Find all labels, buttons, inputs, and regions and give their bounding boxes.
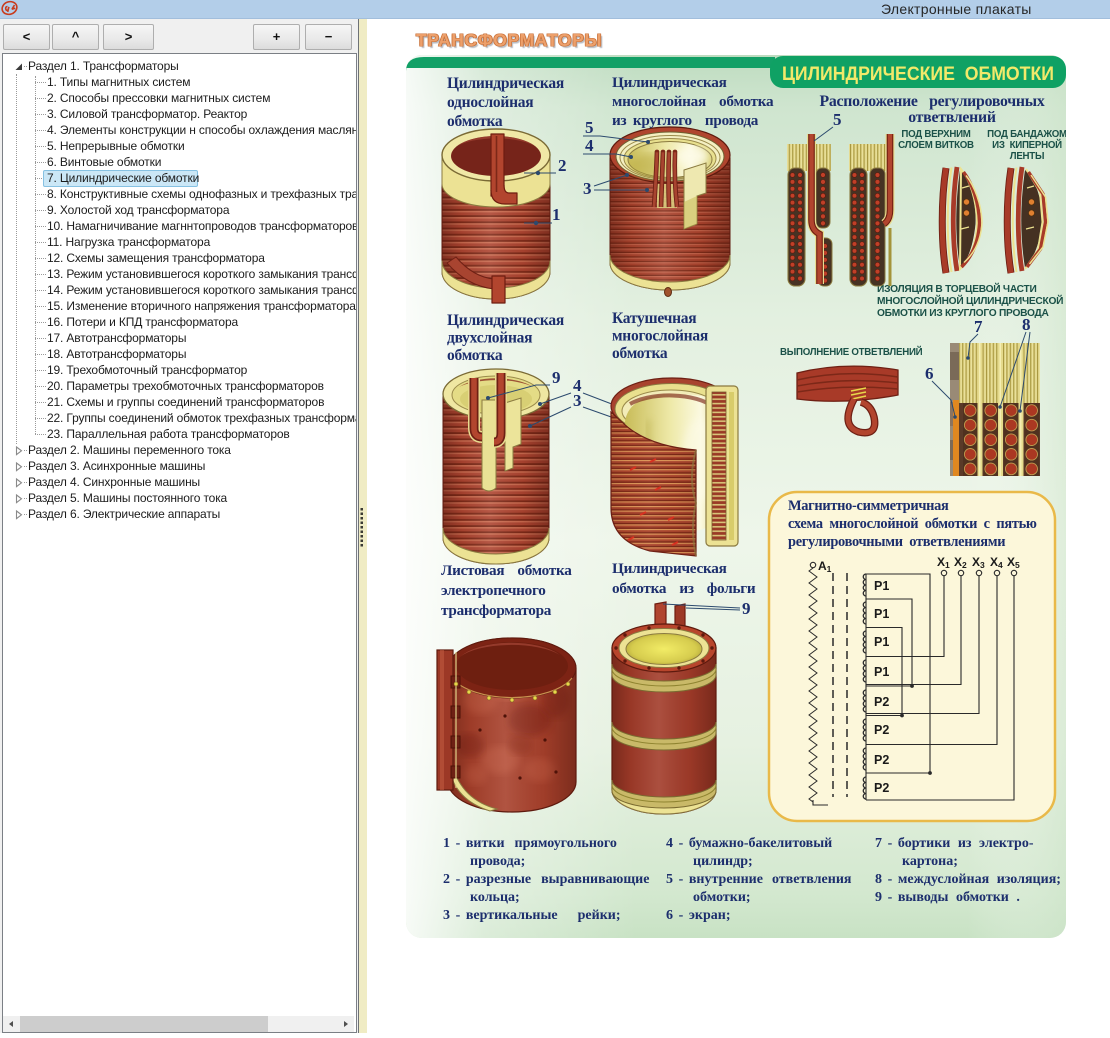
svg-text:ПОД БАНДАЖОМ: ПОД БАНДАЖОМ xyxy=(987,129,1066,140)
svg-text:8 - междуслойная изоляция;: 8 - междуслойная изоляция; xyxy=(875,872,1061,887)
svg-text:Магнитно-симметричная: Магнитно-симметричная xyxy=(788,498,949,514)
svg-text:1 - витки прямоугольного: 1 - витки прямоугольного xyxy=(443,836,617,851)
svg-text:регулировочными ответвлениями: регулировочными ответвлениями xyxy=(788,534,1005,550)
svg-text:9: 9 xyxy=(742,599,751,618)
svg-text:9 - выводы обмотки .: 9 - выводы обмотки . xyxy=(875,890,1020,905)
svg-text:6 - экран;: 6 - экран; xyxy=(666,908,731,923)
svg-text:СЛОЕМ ВИТКОВ: СЛОЕМ ВИТКОВ xyxy=(898,140,974,151)
svg-text:P2: P2 xyxy=(874,781,889,795)
svg-text:P1: P1 xyxy=(874,579,889,593)
svg-text:ПОД ВЕРХНИМ: ПОД ВЕРХНИМ xyxy=(901,129,970,140)
svg-text:схема многослойной обмотки: схема многослойной обмотки с пятью xyxy=(788,516,1037,532)
svg-text:ЦИЛИНДРИЧЕСКИЕ ОБМОТКИ: ЦИЛИНДРИЧЕСКИЕ ОБМОТКИ xyxy=(782,63,1054,85)
svg-text:4: 4 xyxy=(585,136,594,155)
svg-text:P2: P2 xyxy=(874,695,889,709)
svg-text:МНОГОСЛОЙНОЙ ЦИЛИНДРИЧЕСКОЙ: МНОГОСЛОЙНОЙ ЦИЛИНДРИЧЕСКОЙ xyxy=(877,294,1063,307)
svg-text:обмотка: обмотка xyxy=(447,347,503,364)
svg-text:2 - разрезные выравнивающие: 2 - разрезные выравнивающие xyxy=(443,872,649,887)
svg-text:3 - вертикальные рейки;: 3 - вертикальные рейки; xyxy=(443,908,621,923)
svg-text:P1: P1 xyxy=(874,665,889,679)
svg-text:Цилиндрическая: Цилиндрическая xyxy=(612,74,727,91)
svg-text:8: 8 xyxy=(1022,315,1031,334)
svg-text:трансформатора: трансформатора xyxy=(441,602,552,619)
svg-text:картона;: картона; xyxy=(902,854,958,869)
svg-text:5: 5 xyxy=(833,110,842,129)
svg-text:обмотка: обмотка xyxy=(447,113,503,130)
svg-text:ответвлений: ответвлений xyxy=(908,109,996,126)
svg-text:3: 3 xyxy=(583,179,592,198)
svg-text:ЛЕНТЫ: ЛЕНТЫ xyxy=(1010,151,1044,162)
svg-text:многослойная: многослойная xyxy=(612,328,708,345)
svg-text:5 - внутренние ответвления: 5 - внутренние ответвления xyxy=(666,872,852,887)
svg-text:Расположение регулировочных: Расположение регулировочных xyxy=(820,93,1045,110)
svg-text:ИЗ КИПЕРНОЙ: ИЗ КИПЕРНОЙ xyxy=(992,139,1062,151)
svg-text:из круглого провода: из круглого провода xyxy=(612,112,759,129)
svg-text:P1: P1 xyxy=(874,607,889,621)
svg-text:9: 9 xyxy=(552,368,561,387)
svg-text:P1: P1 xyxy=(874,635,889,649)
svg-text:кольца;: кольца; xyxy=(470,890,520,905)
svg-text:Цилиндрическая: Цилиндрическая xyxy=(447,75,564,92)
svg-text:ВЫПОЛНЕНИЕ ОТВЕТВЛЕНИЙ: ВЫПОЛНЕНИЕ ОТВЕТВЛЕНИЙ xyxy=(780,346,923,358)
svg-text:цилиндр;: цилиндр; xyxy=(693,854,753,869)
svg-text:7: 7 xyxy=(974,317,983,336)
svg-text:Листовая обмотка: Листовая обмотка xyxy=(441,562,572,579)
svg-text:3: 3 xyxy=(573,391,582,410)
svg-text:ИЗОЛЯЦИЯ В ТОРЦЕВОЙ ЧАСТИ: ИЗОЛЯЦИЯ В ТОРЦЕВОЙ ЧАСТИ xyxy=(877,282,1037,295)
svg-text:P2: P2 xyxy=(874,753,889,767)
svg-text:7 - бортики из электро-: 7 - бортики из электро- xyxy=(875,836,1034,851)
svg-text:электропечного: электропечного xyxy=(441,582,546,599)
svg-text:Цилиндрическая: Цилиндрическая xyxy=(612,560,727,577)
svg-text:1: 1 xyxy=(552,205,561,224)
svg-text:Цилиндрическая: Цилиндрическая xyxy=(447,312,564,329)
svg-text:двухслойная: двухслойная xyxy=(447,330,532,347)
svg-text:4 - бумажно-бакелитовый: 4 - бумажно-бакелитовый xyxy=(666,836,832,851)
svg-text:однослойная: однослойная xyxy=(447,94,533,111)
svg-text:P2: P2 xyxy=(874,723,889,737)
svg-text:2: 2 xyxy=(558,156,567,175)
svg-text:провода;: провода; xyxy=(470,854,525,869)
svg-text:обмотка из фольги: обмотка из фольги xyxy=(612,580,756,597)
svg-text:Катушечная: Катушечная xyxy=(612,310,696,327)
svg-text:обмотка: обмотка xyxy=(612,345,668,362)
svg-text:обмотки;: обмотки; xyxy=(693,890,751,905)
svg-text:6: 6 xyxy=(925,364,934,383)
svg-text:5: 5 xyxy=(585,118,594,137)
svg-text:многослойная обмотка: многослойная обмотка xyxy=(612,93,774,110)
